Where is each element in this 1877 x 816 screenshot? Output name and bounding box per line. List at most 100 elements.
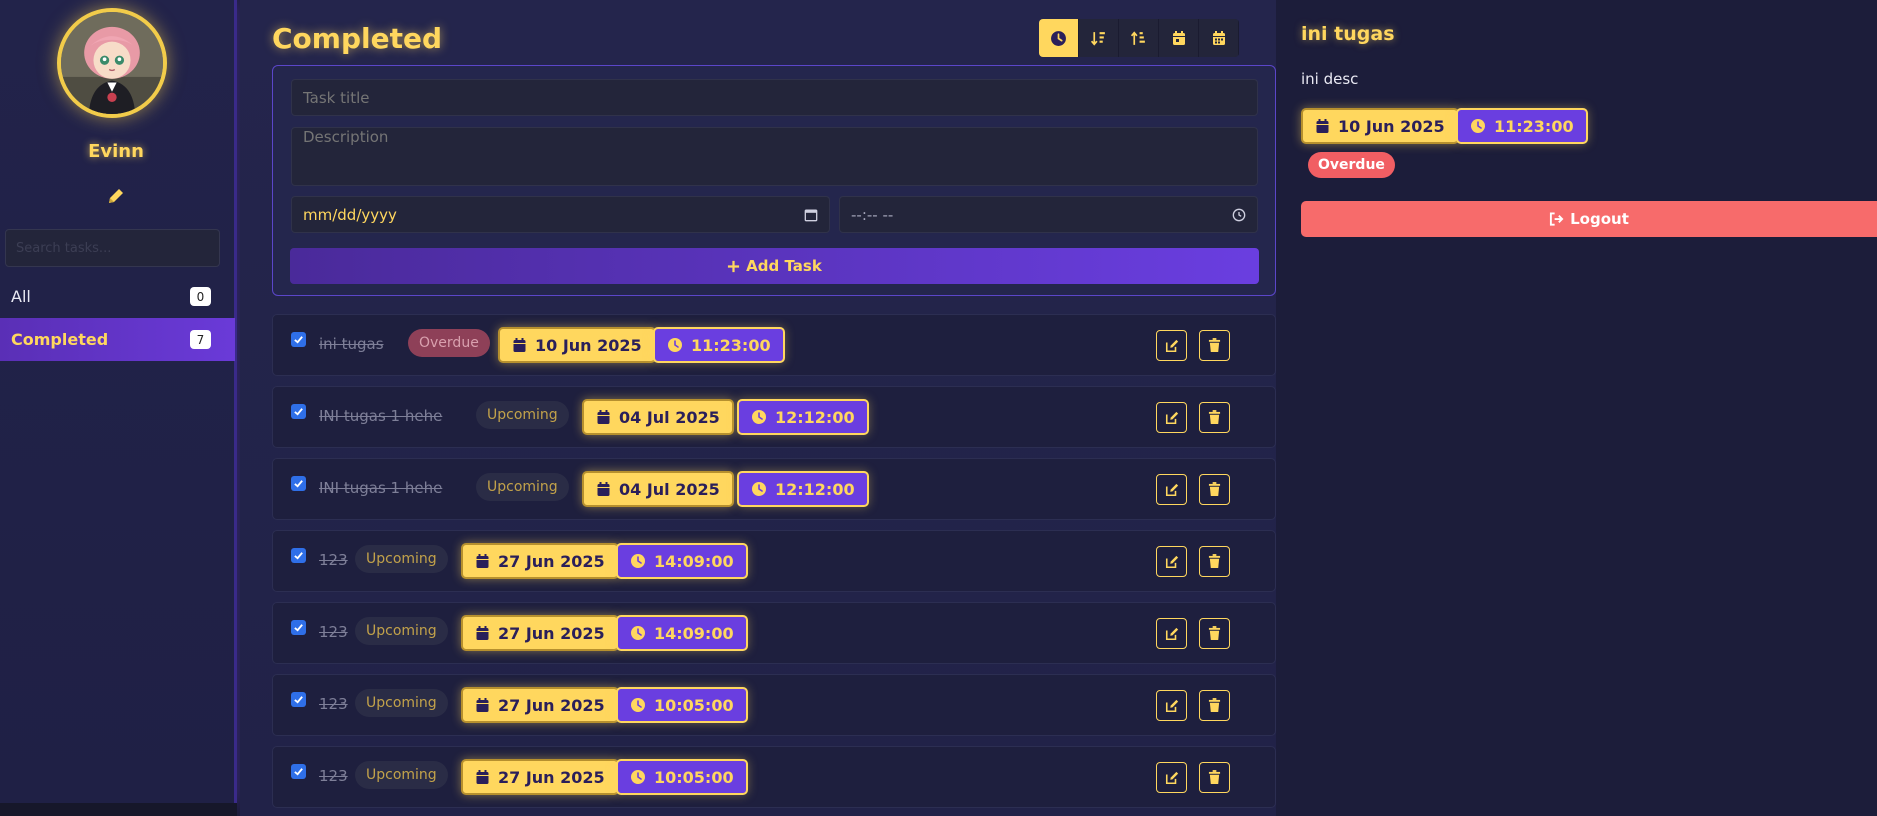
task-time-input[interactable]: --:-- --	[839, 196, 1258, 233]
clock-icon[interactable]	[1232, 208, 1246, 222]
task-date-input[interactable]: mm/dd/yyyy	[291, 196, 830, 233]
delete-task-button[interactable]	[1199, 330, 1230, 361]
calendar-icon[interactable]	[804, 208, 818, 222]
add-task-button[interactable]: Add Task	[290, 248, 1259, 284]
task-detail-panel: ini tugas ini desc 10 Jun 2025 11:23:00 …	[1276, 0, 1877, 816]
task-title: 123	[319, 551, 348, 569]
completed-checkbox[interactable]	[291, 620, 306, 635]
search-input[interactable]	[5, 229, 220, 267]
delete-task-button[interactable]	[1199, 762, 1230, 793]
logout-label: Logout	[1570, 210, 1629, 228]
trash-icon	[1208, 482, 1221, 496]
task-date-chip: 27 Jun 2025	[461, 759, 619, 795]
task-row[interactable]: ini tugas Overdue 10 Jun 2025 11:23:00	[272, 314, 1276, 376]
detail-time: 11:23:00	[1494, 116, 1574, 136]
edit-task-button[interactable]	[1156, 402, 1187, 433]
sidebar-item-label: Completed	[11, 330, 109, 349]
sort-by-time-button[interactable]	[1039, 19, 1079, 57]
edit-task-button[interactable]	[1156, 690, 1187, 721]
edit-task-button[interactable]	[1156, 474, 1187, 505]
edit-task-button[interactable]	[1156, 546, 1187, 577]
task-row[interactable]: INI tugas 1 hehe Upcoming 04 Jul 2025 12…	[272, 458, 1276, 520]
edit-icon	[1165, 627, 1178, 640]
sidebar-item-completed[interactable]: Completed 7	[0, 318, 235, 361]
clock-icon	[752, 410, 766, 424]
clock-icon	[1051, 30, 1066, 46]
delete-task-button[interactable]	[1199, 618, 1230, 649]
task-row[interactable]: 123 Upcoming 27 Jun 2025 10:05:00	[272, 674, 1276, 736]
task-row[interactable]: 123 Upcoming 27 Jun 2025 14:09:00	[272, 530, 1276, 592]
task-description-input[interactable]	[291, 127, 1258, 186]
calendar-icon	[476, 554, 489, 568]
delete-task-button[interactable]	[1199, 546, 1230, 577]
task-title-input[interactable]	[291, 79, 1258, 116]
sidebar-item-all[interactable]: All 0	[0, 275, 235, 318]
task-row[interactable]: 123 Upcoming 27 Jun 2025 14:09:00	[272, 602, 1276, 664]
task-date-chip: 04 Jul 2025	[582, 471, 734, 507]
completed-checkbox[interactable]	[291, 548, 306, 563]
task-time-chip: 10:05:00	[616, 687, 748, 723]
sidebar: Evinn All 0 Completed 7	[0, 0, 237, 803]
edit-task-button[interactable]	[1156, 762, 1187, 793]
edit-profile-button[interactable]	[103, 183, 129, 209]
check-icon	[294, 336, 303, 344]
task-time-chip: 10:05:00	[616, 759, 748, 795]
logout-button[interactable]: Logout	[1301, 201, 1877, 237]
sort-amount-down-icon	[1090, 31, 1105, 46]
detail-date: 10 Jun 2025	[1338, 116, 1445, 136]
status-badge: Upcoming	[355, 545, 448, 573]
main-panel: Completed Task title Description mm/dd/y…	[240, 0, 1276, 816]
trash-icon	[1208, 626, 1221, 640]
task-date: 27 Jun 2025	[498, 551, 605, 571]
delete-task-button[interactable]	[1199, 474, 1230, 505]
calendar-icon	[476, 626, 489, 640]
task-time: 14:09:00	[654, 623, 734, 643]
status-badge: Overdue	[1308, 152, 1395, 178]
sort-by-date-button[interactable]	[1199, 19, 1239, 57]
sort-descending-button[interactable]	[1079, 19, 1119, 57]
edit-icon	[1165, 411, 1178, 424]
task-date: 10 Jun 2025	[535, 335, 642, 355]
trash-icon	[1208, 410, 1221, 424]
task-date-chip: 27 Jun 2025	[461, 687, 619, 723]
clock-icon	[668, 338, 682, 352]
edit-icon	[1165, 699, 1178, 712]
completed-checkbox[interactable]	[291, 332, 306, 347]
detail-description: ini desc	[1301, 70, 1359, 88]
task-title: INI tugas 1 hehe	[319, 407, 443, 425]
status-badge: Upcoming	[355, 761, 448, 789]
completed-checkbox[interactable]	[291, 764, 306, 779]
edit-task-button[interactable]	[1156, 330, 1187, 361]
clock-icon	[752, 482, 766, 496]
clock-icon	[1471, 119, 1485, 133]
delete-task-button[interactable]	[1199, 690, 1230, 721]
completed-checkbox[interactable]	[291, 404, 306, 419]
sign-out-icon	[1550, 212, 1564, 226]
check-icon	[294, 552, 303, 560]
task-time: 12:12:00	[775, 407, 855, 427]
task-date-chip: 04 Jul 2025	[582, 399, 734, 435]
calendar-icon	[1316, 119, 1329, 133]
sort-by-day-button[interactable]	[1159, 19, 1199, 57]
sort-ascending-button[interactable]	[1119, 19, 1159, 57]
edit-task-button[interactable]	[1156, 618, 1187, 649]
username: Evinn	[88, 141, 144, 162]
edit-icon	[1165, 771, 1178, 784]
calendar-alt-icon	[1212, 31, 1225, 45]
detail-time-chip: 11:23:00	[1456, 108, 1588, 144]
task-row[interactable]: INI tugas 1 hehe Upcoming 04 Jul 2025 12…	[272, 386, 1276, 448]
trash-icon	[1208, 698, 1221, 712]
task-time-chip: 12:12:00	[737, 399, 869, 435]
delete-task-button[interactable]	[1199, 402, 1230, 433]
sidebar-item-label: All	[11, 287, 31, 306]
task-row[interactable]: 123 Upcoming 27 Jun 2025 10:05:00	[272, 746, 1276, 808]
calendar-icon	[476, 770, 489, 784]
task-title: ini tugas	[319, 335, 384, 353]
calendar-day-icon	[1172, 31, 1185, 45]
clock-icon	[631, 626, 645, 640]
task-time-chip: 11:23:00	[653, 327, 785, 363]
trash-icon	[1208, 338, 1221, 352]
task-date-chip: 10 Jun 2025	[498, 327, 656, 363]
completed-checkbox[interactable]	[291, 692, 306, 707]
completed-checkbox[interactable]	[291, 476, 306, 491]
